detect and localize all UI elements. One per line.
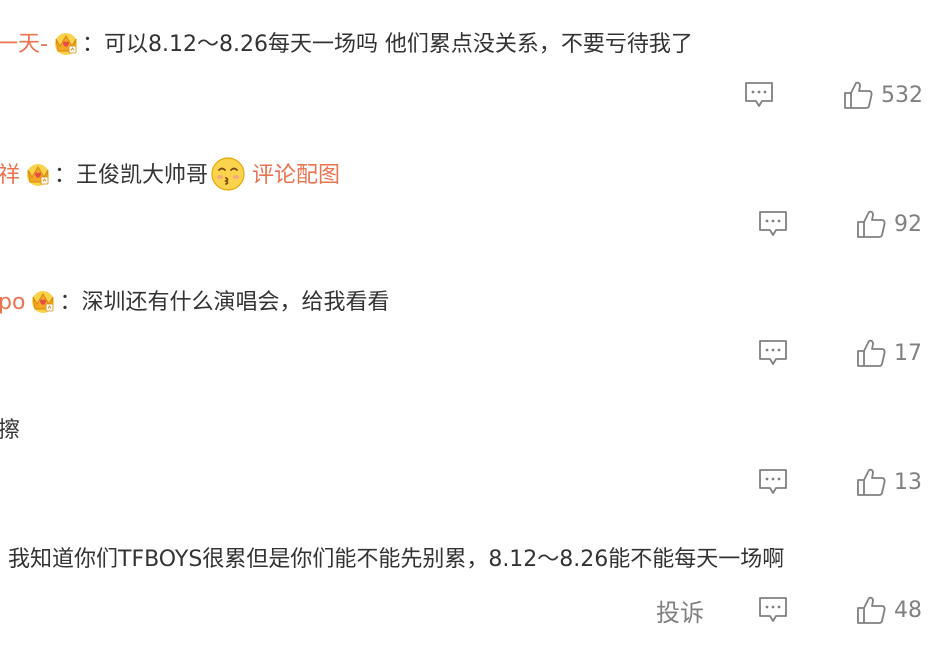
comment-text: 深圳还有什么演唱会，给我看看 [81,290,390,315]
comment-bubble-icon [745,82,773,107]
like-button[interactable]: 532 [843,78,923,112]
comment-line: 擦 [0,416,20,446]
comment-actions: 13 [0,465,930,499]
comment-username[interactable]: 祥 [0,163,20,188]
reply-button[interactable] [744,78,774,112]
comment-text: 擦 [0,418,21,443]
report-button[interactable]: 投诉 [656,593,704,627]
comment-text: 王俊凯大帅哥 [76,163,209,188]
thumbs-up-icon [857,339,886,367]
reply-button[interactable] [758,336,788,370]
like-button[interactable]: 17 [856,336,922,370]
comment-line: 一天- ：可以8.12～8.26每天一场吗 他们累点没关系，不要亏待我了 [0,30,693,60]
reply-button[interactable] [758,593,788,627]
like-count: 532 [881,82,923,108]
comment-username[interactable]: 一天- [0,32,48,57]
comment-text: 我知道你们TFBOYS很累但是你们能不能先别累，8.12～8.26能不能每天一场… [8,547,785,572]
comment-bubble-icon [759,211,787,236]
report-label: 投诉 [656,598,704,627]
reply-button[interactable] [758,465,788,499]
like-count: 92 [894,211,922,237]
comment-actions: 投诉 48 [0,593,930,627]
crown-badge-icon [24,160,52,188]
thumbs-up-icon [844,81,873,109]
comment-colon: ： [81,32,104,57]
like-button[interactable]: 48 [856,593,922,627]
comment-actions: 92 [0,207,930,241]
thumbs-up-icon [857,596,886,624]
crown-badge-icon [29,287,57,315]
like-count: 48 [894,597,922,623]
comment-username[interactable]: po [0,290,25,315]
like-count: 17 [894,340,922,366]
thumbs-up-icon [857,468,886,496]
comment-text: 可以8.12～8.26每天一场吗 他们累点没关系，不要亏待我了 [103,32,693,57]
crown-badge-icon [52,29,80,57]
kiss-emoji-icon [210,156,246,192]
comment-colon: ： [54,163,77,188]
comment-line: po ：深圳还有什么演唱会，给我看看 [0,288,389,318]
comment-bubble-icon [759,469,787,494]
reply-button[interactable] [758,207,788,241]
comment-actions: 17 [0,336,930,370]
comment-colon: ： [59,290,82,315]
like-button[interactable]: 13 [856,465,922,499]
comment-line: 祥 ：王俊凯大帅哥 评论配图 [0,157,340,191]
comment-line: 我知道你们TFBOYS很累但是你们能不能先别累，8.12～8.26能不能每天一场… [8,545,784,575]
like-button[interactable]: 92 [856,207,922,241]
like-count: 13 [894,469,922,495]
comment-bubble-icon [759,340,787,365]
comment-image-link[interactable]: 评论配图 [252,163,340,188]
comment-bubble-icon [759,597,787,622]
comment-actions: 532 [0,78,930,112]
thumbs-up-icon [857,210,886,238]
